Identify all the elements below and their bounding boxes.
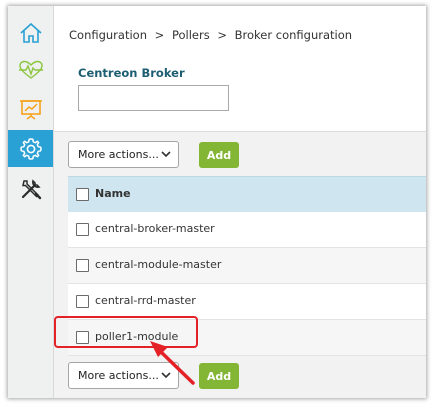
annotation-arrow-icon bbox=[150, 341, 195, 385]
